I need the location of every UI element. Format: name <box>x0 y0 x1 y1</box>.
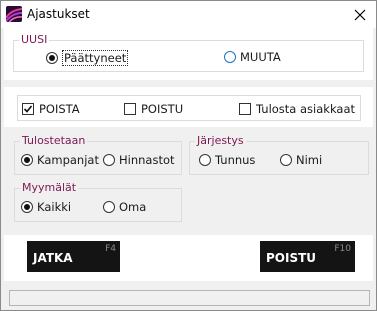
dialog-window: Ajastukset UUSI Päättyneet MUUTA POISTA … <box>0 0 377 311</box>
radio-hinnastot-label: Hinnastot <box>119 153 175 167</box>
jarjestys-legend: Järjestys <box>195 134 246 148</box>
checkbox-poista-label: POISTA <box>39 102 80 116</box>
radio-kampanjat[interactable]: Kampanjat <box>21 153 99 167</box>
jarjestys-group: Järjestys Tunnus Nimi <box>189 134 369 175</box>
radio-hinnastot[interactable]: Hinnastot <box>103 153 175 167</box>
radio-kaikki-dot[interactable] <box>21 201 33 213</box>
radio-muuta-dot[interactable] <box>224 51 236 63</box>
checkmark-icon <box>23 105 33 113</box>
uusi-legend: UUSI <box>19 33 50 47</box>
app-logo-icon <box>6 6 22 22</box>
checkbox-poistu-box[interactable] <box>124 103 136 115</box>
radio-hinnastot-dot[interactable] <box>103 154 115 166</box>
radio-nimi-dot[interactable] <box>280 154 292 166</box>
checkbox-poistu-label: POISTU <box>141 102 184 116</box>
checkbox-poistu[interactable]: POISTU <box>124 102 183 116</box>
checkbox-tulosta-asiakkaat-box[interactable] <box>239 103 251 115</box>
checkbox-poista-box[interactable] <box>22 103 34 115</box>
radio-muuta-label: MUUTA <box>240 50 281 64</box>
radio-oma-dot[interactable] <box>103 201 115 213</box>
window-title: Ajastukset <box>27 7 90 21</box>
tulostetaan-group: Tulostetaan Kampanjat Hinnastot <box>14 134 182 175</box>
button-panel: JATKA F4 POISTU F10 <box>4 235 373 281</box>
radio-kampanjat-dot[interactable] <box>21 154 33 166</box>
radio-kaikki[interactable]: Kaikki <box>21 200 71 214</box>
title-bar[interactable]: Ajastukset <box>1 1 376 28</box>
radio-paattyneet-dot[interactable] <box>46 52 58 64</box>
close-button[interactable] <box>344 1 376 28</box>
uusi-panel: UUSI Päättyneet MUUTA <box>4 28 373 80</box>
checkbox-tulosta-asiakkaat[interactable]: Tulosta asiakkaat <box>239 102 355 116</box>
radio-paattyneet[interactable]: Päättyneet <box>46 50 129 66</box>
tulostetaan-legend: Tulostetaan <box>20 134 88 148</box>
radio-muuta[interactable]: MUUTA <box>224 50 281 64</box>
radio-tunnus-label: Tunnus <box>215 153 256 167</box>
radio-tunnus[interactable]: Tunnus <box>199 153 255 167</box>
radio-oma[interactable]: Oma <box>103 200 146 214</box>
jatka-shortcut-key: F4 <box>105 244 116 254</box>
poistu-button-label: POISTU <box>266 251 317 265</box>
checkbox-poista[interactable]: POISTA <box>22 102 80 116</box>
checkbox-panel: POISTA POISTU Tulosta asiakkaat <box>4 87 373 127</box>
myymalat-legend: Myymälät <box>20 181 79 195</box>
radio-oma-label: Oma <box>119 200 147 214</box>
poistu-shortcut-key: F10 <box>334 244 351 254</box>
jatka-button[interactable]: JATKA F4 <box>27 241 120 272</box>
radio-paattyneet-label: Päättyneet <box>62 50 129 66</box>
uusi-group: UUSI Päättyneet MUUTA <box>13 33 364 72</box>
radio-kaikki-label: Kaikki <box>37 200 72 214</box>
poistu-button[interactable]: POISTU F10 <box>260 241 355 272</box>
radio-tunnus-dot[interactable] <box>199 154 211 166</box>
radio-kampanjat-label: Kampanjat <box>37 153 99 167</box>
radio-nimi-label: Nimi <box>296 153 323 167</box>
jatka-button-label: JATKA <box>33 251 73 265</box>
checkbox-row: POISTA POISTU Tulosta asiakkaat <box>17 95 361 121</box>
radio-nimi[interactable]: Nimi <box>280 153 322 167</box>
status-bar <box>9 290 370 306</box>
checkbox-tulosta-asiakkaat-label: Tulosta asiakkaat <box>256 102 356 116</box>
myymalat-group: Myymälät Kaikki Oma <box>14 181 182 222</box>
close-icon <box>354 9 366 20</box>
